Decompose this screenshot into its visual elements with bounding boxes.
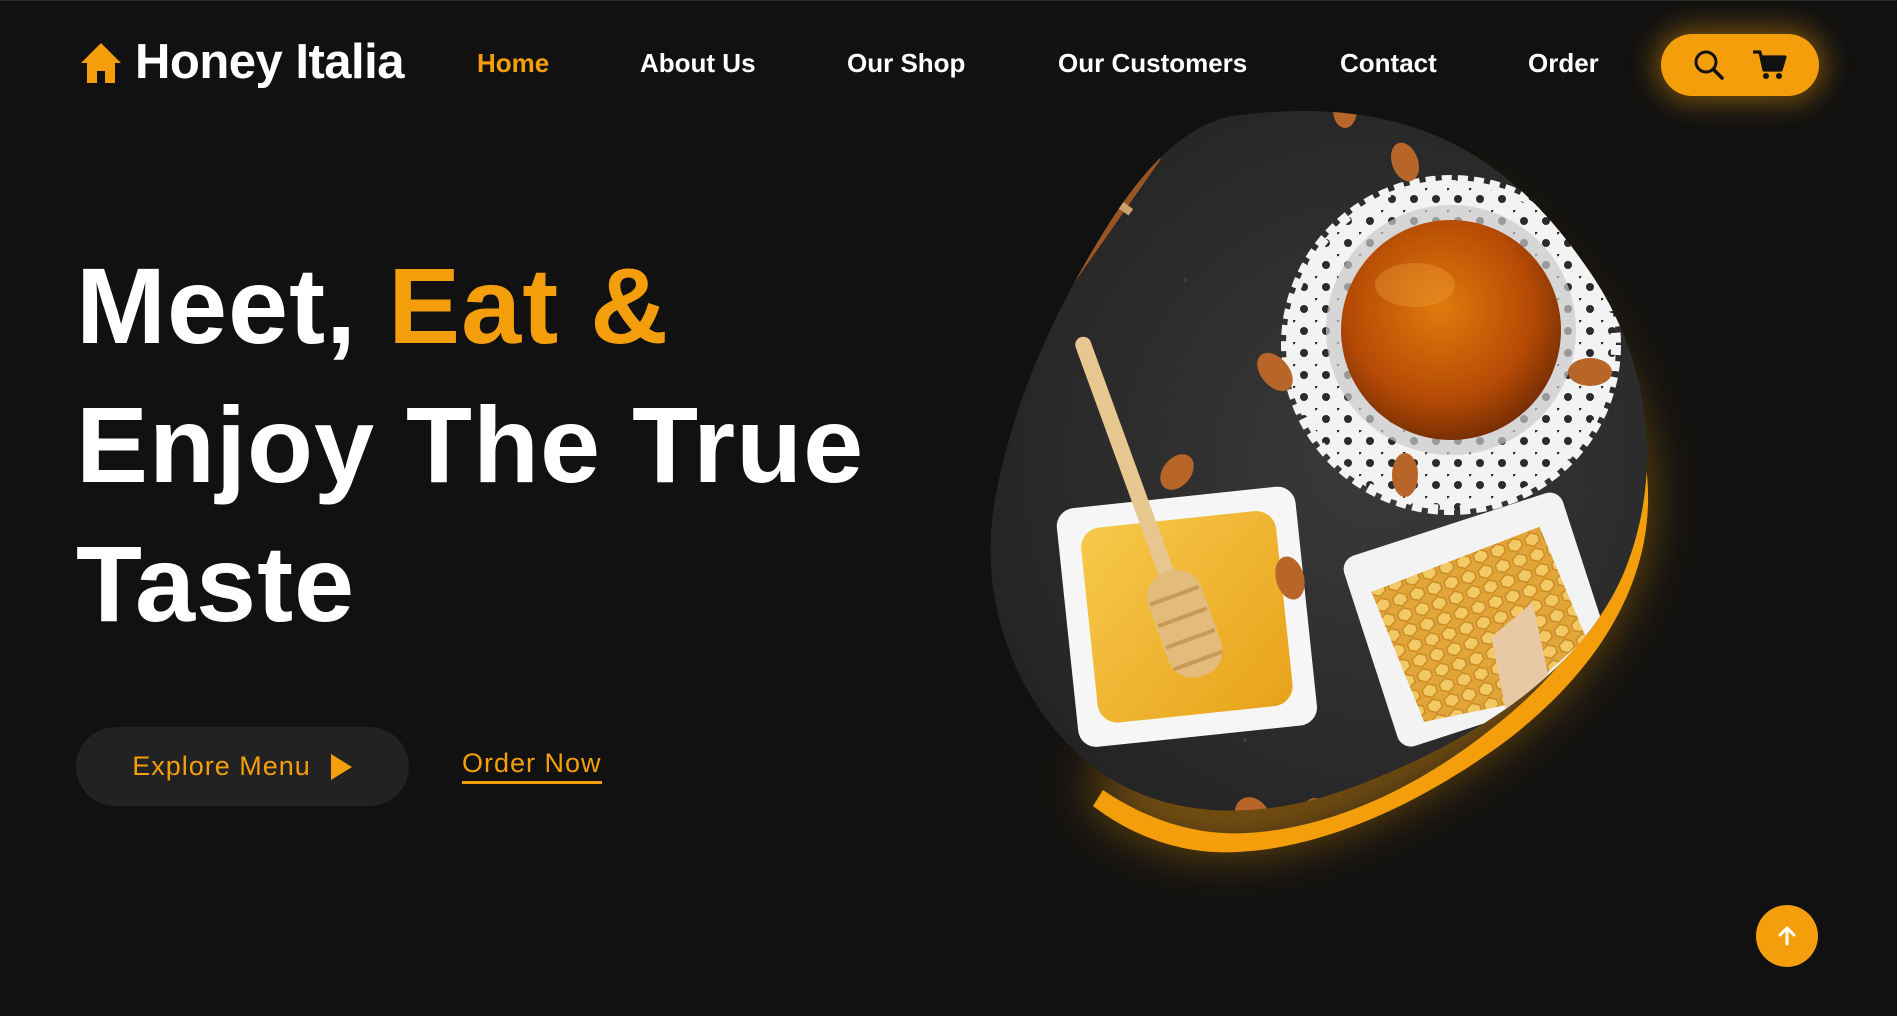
scroll-to-top-button[interactable] [1756, 905, 1818, 967]
home-icon [81, 42, 121, 83]
hero-title-accent: Eat & [388, 245, 670, 366]
nav-contact[interactable]: Contact [1340, 50, 1437, 76]
explore-menu-label: Explore Menu [132, 751, 311, 781]
brand-name: Honey Italia [135, 35, 405, 89]
nav-order[interactable]: Order [1528, 50, 1599, 76]
explore-menu-button[interactable]: Explore Menu [76, 727, 409, 806]
nav-home[interactable]: Home [477, 50, 549, 76]
nav-about-us[interactable]: About Us [640, 50, 756, 76]
nav-our-customers[interactable]: Our Customers [1058, 50, 1247, 76]
nav-our-shop[interactable]: Our Shop [847, 50, 965, 76]
header-actions [1661, 34, 1819, 96]
order-now-link[interactable]: Order Now [462, 750, 602, 784]
top-border [0, 0, 1897, 1]
brand-logo[interactable]: Honey Italia [79, 35, 405, 89]
cart-icon[interactable] [1753, 49, 1787, 81]
hero-title-line2: Enjoy The True [76, 384, 865, 505]
arrow-up-icon [1778, 926, 1796, 946]
play-triangle-icon [330, 753, 352, 780]
hero-title-white: Meet, [76, 245, 358, 366]
honey-photo [990, 110, 1649, 853]
search-icon[interactable] [1693, 49, 1725, 81]
hero-title-line3: Taste [76, 523, 356, 644]
hero-title: Meet, Eat & Enjoy The True Taste [76, 236, 864, 653]
